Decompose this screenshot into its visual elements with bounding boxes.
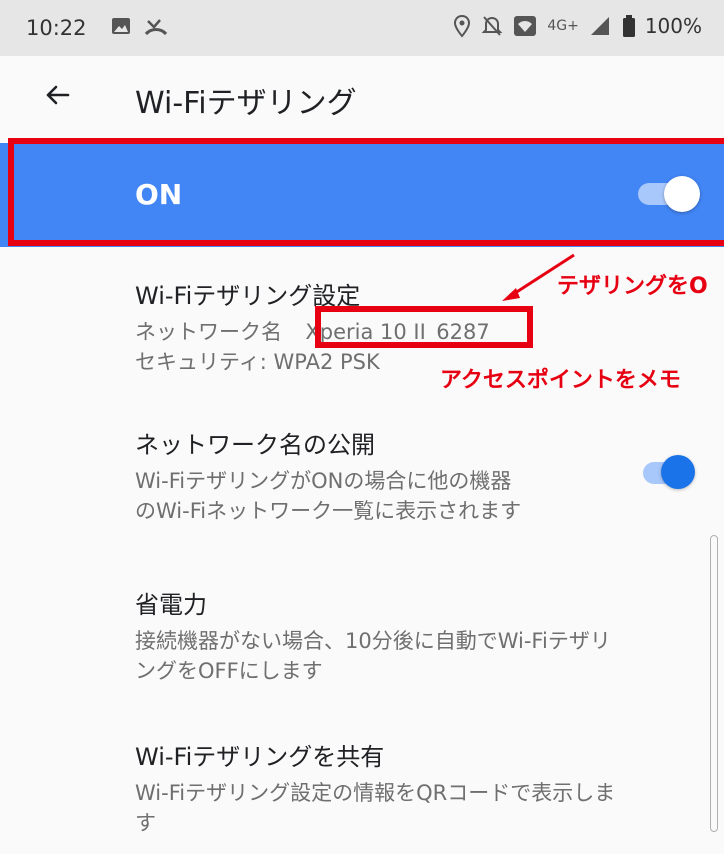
image-icon bbox=[112, 18, 130, 34]
setting-summary-line: す bbox=[135, 811, 156, 835]
setting-title: Wi-Fiテザリングを共有 bbox=[135, 743, 385, 771]
annotation-access-point: アクセスポイントをメモ bbox=[440, 368, 681, 393]
setting-summary-line: Wi-FiテザリングがONの場合に他の機器 bbox=[135, 469, 512, 493]
setting-summary-line: Wi-Fiテザリング設定の情報をQRコードで表示しま bbox=[135, 781, 616, 805]
setting-summary-line: ングをOFFにします bbox=[135, 659, 323, 683]
network-type: 4G+ bbox=[547, 18, 579, 34]
arrow-back-icon[interactable] bbox=[42, 80, 72, 110]
status-bar: 10:22 4G+ 100% bbox=[0, 0, 724, 56]
wifi-icon bbox=[514, 16, 537, 36]
battery-level: 100% bbox=[644, 14, 702, 38]
network-name-prefix: ネットワーク名 bbox=[135, 320, 282, 344]
setting-broadcast-name[interactable]: ネットワーク名の公開 Wi-FiテザリングがONの場合に他の機器 のWi-Fiネ… bbox=[135, 425, 521, 526]
mute-icon bbox=[481, 16, 503, 36]
page-title: Wi-Fiテザリング bbox=[135, 86, 357, 121]
setting-power-saving[interactable]: 省電力 接続機器がない場合、10分後に自動でWi-Fiテザリ ングをOFFにしま… bbox=[135, 585, 611, 686]
highlight-box-network-name bbox=[315, 306, 533, 348]
notification-icons bbox=[110, 15, 168, 37]
app-bar: Wi-Fiテザリング bbox=[0, 56, 724, 138]
location-icon bbox=[454, 14, 471, 38]
system-icons: 4G+ 100% bbox=[453, 14, 702, 38]
setting-share[interactable]: Wi-Fiテザリングを共有 Wi-Fiテザリング設定の情報をQRコードで表示しま… bbox=[135, 737, 615, 838]
scrollbar[interactable] bbox=[710, 535, 718, 832]
signal-icon bbox=[590, 17, 609, 35]
status-time: 10:22 bbox=[26, 16, 87, 40]
setting-summary-line: 接続機器がない場合、10分後に自動でWi-Fiテザリ bbox=[135, 629, 611, 653]
setting-title: ネットワーク名の公開 bbox=[135, 431, 375, 459]
setting-title: 省電力 bbox=[135, 591, 207, 619]
setting-security-line: セキュリティ: WPA2 PSK bbox=[135, 350, 380, 374]
highlight-box-on-bar bbox=[8, 138, 724, 246]
setting-summary-line: のWi-Fiネットワーク一覧に表示されます bbox=[135, 499, 522, 523]
annotation-tether: テザリングをO bbox=[557, 274, 708, 299]
broadcast-toggle-knob[interactable] bbox=[661, 455, 695, 489]
battery-icon bbox=[622, 15, 635, 37]
missed-call-icon bbox=[144, 19, 168, 36]
